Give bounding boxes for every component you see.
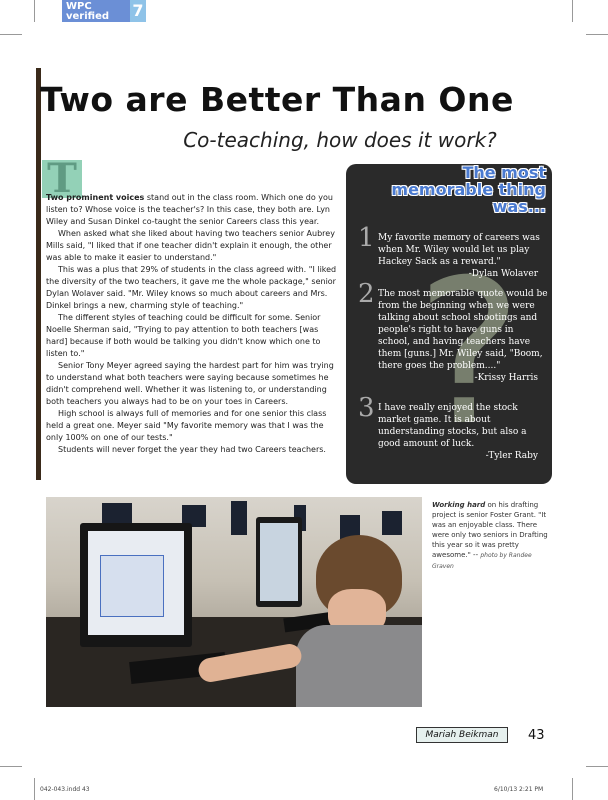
quote-sidebar: ? The most memorable thing was... 1 My f… (346, 164, 552, 484)
article-paragraph: When asked what she liked about having t… (46, 229, 335, 262)
sidebar-title: The most memorable thing was... (391, 164, 546, 216)
side-accent-bar (36, 68, 41, 480)
quote-text: My favorite memory of careers was when M… (378, 233, 540, 267)
quote-author: -Tyler Raby (485, 451, 538, 461)
quote-item: 1 My favorite memory of careers was when… (358, 223, 548, 280)
quote-number: 3 (358, 393, 375, 423)
quote-item: 3 I have really enjoyed the stock market… (358, 393, 548, 462)
badge-sub: 4 color (66, 23, 87, 30)
photo-caption: Working hard on his drafting project is … (432, 500, 552, 572)
quote-item: 2 The most memorable quote would be from… (358, 279, 548, 384)
caption-lead: Working hard (432, 501, 486, 509)
classroom-photo (46, 497, 422, 707)
file-slug: 042-043.indd 43 (40, 786, 90, 793)
article-paragraph: Students will never forget the year they… (58, 445, 326, 454)
crop-mark (572, 0, 573, 22)
student-shirt (296, 625, 422, 707)
author-name: Mariah Beikman (416, 727, 508, 743)
quote-number: 2 (358, 279, 375, 309)
quote-author: -Dylan Wolaver (468, 269, 538, 279)
article-paragraph: This was a plus that 29% of students in … (46, 265, 337, 310)
article-paragraph: Senior Tony Meyer agreed saying the hard… (46, 361, 334, 406)
crop-mark (586, 34, 608, 35)
page-title: Two are Better Than One (40, 80, 514, 119)
quote-text: I have really enjoyed the stock market g… (378, 403, 527, 449)
article-lead: Two prominent voices (46, 193, 145, 202)
quote-author: -Krissy Harris (474, 373, 538, 383)
crop-mark (586, 766, 608, 767)
date-slug: 6/10/13 2:21 PM (494, 786, 544, 793)
article-paragraph: High school is always full of memories a… (46, 409, 327, 442)
badge-number: 7 (130, 0, 146, 22)
verified-badge: WPC verified 4 color 7 (62, 0, 146, 30)
drafting-window (100, 555, 164, 617)
crop-mark (0, 766, 22, 767)
page-number: 43 (528, 728, 545, 743)
quote-number: 1 (358, 223, 375, 253)
crop-mark (34, 778, 35, 800)
second-monitor-screen (260, 523, 298, 601)
quote-text: The most memorable quote would be from t… (378, 289, 548, 371)
crop-mark (572, 778, 573, 800)
crop-mark (0, 34, 22, 35)
background-monitor (382, 511, 402, 535)
badge-brand: WPC verified (66, 1, 110, 22)
caption-text: on his drafting project is senior Foster… (432, 501, 548, 559)
article-body: Two prominent voices stand out in the cl… (46, 192, 338, 456)
background-monitor (231, 501, 247, 535)
crop-mark (34, 0, 35, 22)
article-paragraph: Two prominent voices stand out in the cl… (46, 192, 338, 228)
article-paragraph: The different styles of teaching could b… (46, 313, 321, 358)
page-subtitle: Co-teaching, how does it work? (183, 128, 497, 152)
